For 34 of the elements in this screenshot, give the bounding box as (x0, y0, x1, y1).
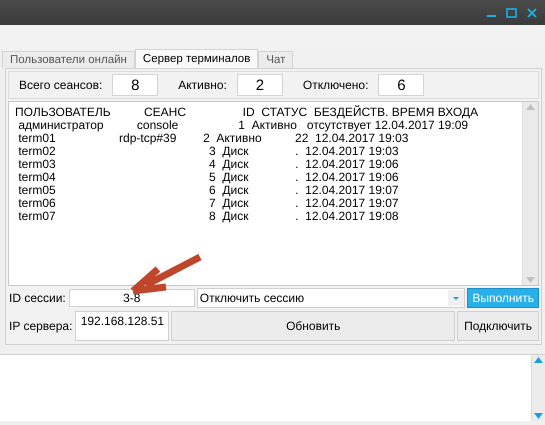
session-line: ПОЛЬЗОВАТЕЛЬ СЕАНС ID СТАТУС БЕЗДЕЙСТВ. ВРЕМЯ ВХОДА (15, 106, 480, 119)
action-dropdown[interactable]: Отключить сессию (196, 288, 466, 308)
connect-button[interactable]: Подключить (457, 311, 539, 341)
session-line: term06 7 Диск . 12.04.2017 19:07 (17, 197, 400, 210)
stat-field: 8 (112, 74, 158, 96)
session-line: term03 4 Диск . 12.04.2017 19:06 (17, 158, 400, 171)
scroll-down-icon[interactable] (526, 277, 535, 283)
scrollbar[interactable] (522, 102, 538, 285)
stat-label: Активно: (178, 78, 227, 92)
stat-field: 6 (378, 74, 424, 96)
scroll-down-icon[interactable] (534, 413, 543, 419)
stat-field: 2 (236, 74, 283, 96)
scroll-up-icon[interactable] (526, 104, 535, 110)
tab[interactable]: Пользователи онлайн (2, 51, 135, 68)
tab[interactable]: Сервер терминалов (134, 49, 258, 68)
session-line: администратор console 1 Активно отсутствует 12.04.2017 19:09 (17, 119, 468, 132)
session-line: term04 5 Диск . 12.04.2017 19:06 (17, 171, 400, 184)
server-ip-label: IP сервера: (8, 319, 74, 333)
session-id-field[interactable]: 3-8 (68, 289, 195, 307)
session-id-label: ID сессии: (8, 291, 67, 305)
stat-label: Всего сеансов: (19, 78, 102, 92)
log-scrollbar[interactable] (531, 355, 545, 421)
stat-label: Отключено: (302, 78, 368, 92)
session-line: term05 6 Диск . 12.04.2017 19:07 (17, 184, 400, 197)
session-line: term07 8 Диск . 12.04.2017 19:08 (17, 210, 400, 223)
session-line: term02 3 Диск . 12.04.2017 19:03 (17, 145, 400, 158)
refresh-button[interactable]: Обновить (171, 311, 456, 341)
dropdown-caret-icon (448, 290, 464, 306)
session-line: term01 rdp-tcp#39 2 Активно 22 12.04.2017 19:03 (17, 132, 410, 145)
close-icon[interactable] (527, 8, 537, 18)
maximize-icon[interactable] (506, 8, 517, 18)
tab[interactable]: Чат (258, 51, 294, 68)
scroll-up-icon[interactable] (534, 357, 543, 363)
server-ip-field[interactable]: 192.168.128.51 (75, 311, 170, 341)
